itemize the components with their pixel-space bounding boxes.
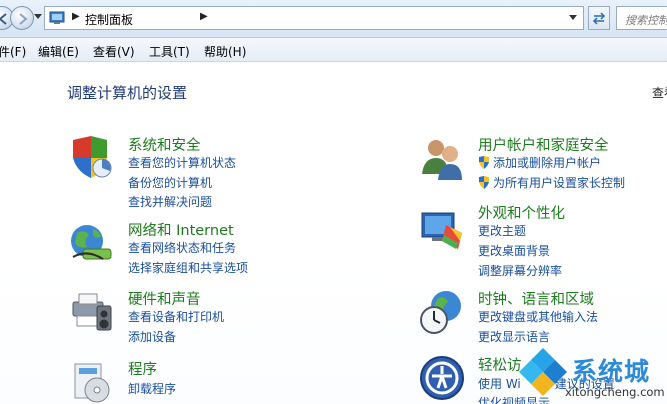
link-change-background[interactable]: 更改桌面背景	[478, 242, 550, 259]
hardware-sound-icon[interactable]	[67, 288, 115, 336]
category-programs[interactable]: 程序	[128, 358, 157, 379]
forward-arrow-icon	[19, 13, 28, 25]
watermark: 系统城 xitongcheng.com	[515, 344, 665, 402]
user-accounts-icon[interactable]	[418, 134, 466, 182]
menu-view[interactable]: 查看(V)	[93, 43, 135, 60]
menu-edit[interactable]: 编辑(E)	[38, 43, 79, 60]
address-dropdown-icon[interactable]	[569, 15, 577, 21]
address-toolbar: ▶ 控制面板 ▶ 搜索控制	[0, 0, 667, 38]
address-field[interactable]: ▶ 控制面板 ▶	[44, 6, 584, 30]
link-add-remove-users-label: 添加或删除用户帐户	[493, 156, 602, 170]
link-change-display-language[interactable]: 更改显示语言	[478, 328, 550, 345]
refresh-button[interactable]	[588, 6, 610, 30]
link-parental-controls-label: 为所有用户设置家长控制	[493, 176, 626, 190]
category-hardware-sound[interactable]: 硬件和声音	[128, 288, 201, 309]
recent-pages-dropdown-icon[interactable]	[34, 14, 42, 20]
system-security-icon[interactable]	[67, 134, 115, 182]
category-system-security[interactable]: 系统和安全	[128, 134, 201, 155]
menu-tools[interactable]: 工具(T)	[149, 43, 190, 60]
link-change-theme[interactable]: 更改主题	[478, 222, 526, 239]
breadcrumb-separator-icon[interactable]: ▶	[200, 11, 208, 22]
link-homegroup-sharing[interactable]: 选择家庭组和共享选项	[128, 259, 248, 276]
view-by-label[interactable]: 查看	[652, 84, 667, 101]
link-view-computer-status[interactable]: 查看您的计算机状态	[128, 154, 236, 171]
menu-help[interactable]: 帮助(H)	[204, 43, 246, 60]
link-screen-resolution[interactable]: 调整屏幕分辨率	[478, 262, 562, 279]
menu-bar: 件(F) 编辑(E) 查看(V) 工具(T) 帮助(H)	[0, 38, 667, 62]
watermark-brand: 系统城	[572, 357, 651, 386]
page-title: 调整计算机的设置	[67, 84, 188, 102]
link-parental-controls[interactable]: 为所有用户设置家长控制	[478, 174, 625, 191]
menu-file[interactable]: 件(F)	[0, 43, 26, 60]
clock-language-region-icon[interactable]	[418, 288, 466, 336]
ease-of-access-icon[interactable]	[418, 354, 466, 402]
category-user-accounts[interactable]: 用户帐户和家庭安全	[478, 134, 609, 155]
category-network-internet[interactable]: 网络和 Internet	[128, 219, 234, 240]
refresh-icon	[592, 12, 606, 25]
link-add-device[interactable]: 添加设备	[128, 328, 176, 345]
uac-shield-icon	[479, 176, 489, 189]
breadcrumb-separator-icon[interactable]: ▶	[72, 11, 80, 22]
link-find-fix-problems[interactable]: 查找并解决问题	[128, 193, 212, 210]
appearance-icon[interactable]	[418, 205, 466, 253]
link-add-remove-users[interactable]: 添加或删除用户帐户	[478, 154, 601, 171]
link-devices-printers[interactable]: 查看设备和打印机	[128, 308, 224, 325]
link-backup-computer[interactable]: 备份您的计算机	[128, 174, 212, 191]
link-network-status[interactable]: 查看网络状态和任务	[128, 239, 236, 256]
search-input[interactable]: 搜索控制	[616, 6, 667, 30]
forward-button[interactable]	[10, 6, 34, 30]
uac-shield-icon	[479, 156, 489, 169]
search-placeholder: 搜索控制	[625, 14, 667, 27]
link-change-keyboard-input[interactable]: 更改键盘或其他输入法	[478, 308, 598, 325]
control-panel-icon	[49, 11, 65, 24]
network-internet-icon[interactable]	[67, 219, 115, 267]
watermark-url: xitongcheng.com	[565, 385, 665, 399]
link-uninstall-program[interactable]: 卸载程序	[128, 380, 176, 397]
category-clock-language-region[interactable]: 时钟、语言和区域	[478, 288, 594, 309]
back-arrow-icon	[0, 13, 7, 25]
watermark-logo-icon	[519, 348, 567, 396]
breadcrumb-control-panel[interactable]: 控制面板	[85, 11, 133, 28]
programs-icon[interactable]	[67, 358, 115, 404]
category-appearance[interactable]: 外观和个性化	[478, 202, 565, 223]
